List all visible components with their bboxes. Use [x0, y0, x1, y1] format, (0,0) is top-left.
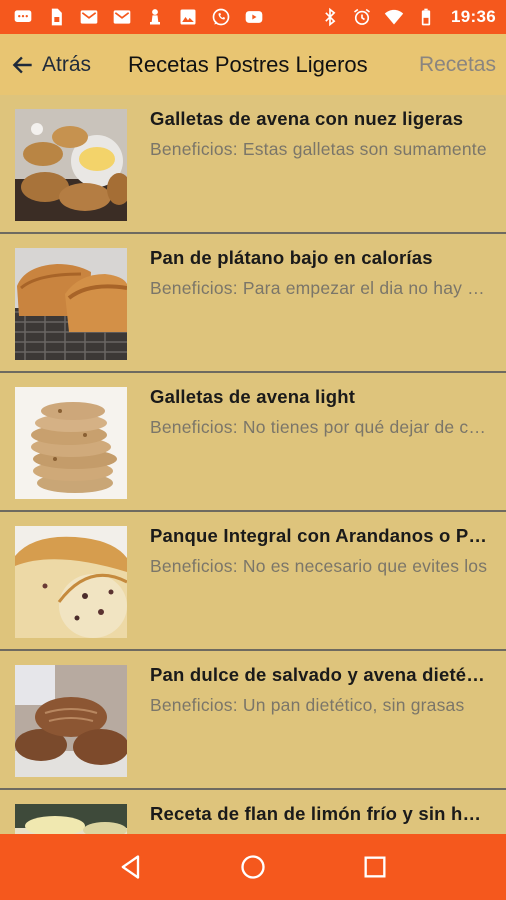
recetas-button[interactable]: Recetas — [419, 34, 496, 95]
nav-recents-button[interactable] — [351, 843, 399, 891]
bluetooth-icon — [319, 6, 341, 28]
app-bar: Atrás Recetas Postres Ligeros Recetas — [0, 34, 506, 95]
system-icons: 19:36 — [319, 6, 496, 28]
whatsapp-icon — [210, 6, 232, 28]
gmail-icon — [111, 6, 133, 28]
alarm-icon — [351, 6, 373, 28]
youtube-icon — [243, 6, 265, 28]
home-circle-icon — [241, 855, 265, 879]
recipe-list: Galletas de avena con nuez ligeras Benef… — [0, 95, 506, 834]
nav-back-button[interactable] — [107, 843, 155, 891]
recipe-thumbnail — [15, 804, 127, 834]
recipe-description: Beneficios: No es necesario que evites l… — [150, 556, 488, 576]
list-item[interactable]: Pan dulce de salvado y avena dietético B… — [0, 651, 506, 790]
sim-icon — [45, 6, 67, 28]
chess-pawn-icon — [144, 6, 166, 28]
list-item[interactable]: Receta de flan de limón frío y sin horno — [0, 790, 506, 834]
back-button[interactable]: Atrás — [0, 34, 91, 95]
recipe-description: Beneficios: No tienes por qué dejar de c… — [150, 417, 490, 437]
list-item[interactable]: Galletas de avena light Beneficios: No t… — [0, 373, 506, 512]
recipe-thumbnail — [15, 248, 127, 360]
status-bar: 19:36 — [0, 0, 506, 34]
recipe-title: Receta de flan de limón frío y sin horno — [150, 803, 490, 824]
recipe-title: Pan dulce de salvado y avena dietético — [150, 664, 490, 685]
list-item[interactable]: Galletas de avena con nuez ligeras Benef… — [0, 95, 506, 234]
recipe-thumbnail — [15, 109, 127, 221]
recipe-description: Beneficios: Estas galletas son sumamente — [150, 139, 487, 159]
back-triangle-icon — [121, 855, 140, 879]
recipe-title: Panque Integral con Arandanos o Pasas — [150, 525, 490, 546]
recipe-thumbnail — [15, 526, 127, 638]
recipe-thumbnail — [15, 387, 127, 499]
notification-icons — [12, 6, 319, 28]
back-label: Atrás — [42, 52, 92, 76]
page-title: Recetas Postres Ligeros — [128, 52, 368, 77]
wifi-icon — [383, 6, 405, 28]
chat-icon — [12, 6, 34, 28]
list-item[interactable]: Panque Integral con Arandanos o Pasas Be… — [0, 512, 506, 651]
gmail-icon — [78, 6, 100, 28]
recipe-thumbnail — [15, 665, 127, 777]
recents-square-icon — [364, 856, 386, 878]
list-item[interactable]: Pan de plátano bajo en calorías Benefici… — [0, 234, 506, 373]
recipe-title: Galletas de avena light — [150, 386, 356, 407]
recipe-title: Galletas de avena con nuez ligeras — [150, 108, 464, 129]
recipe-description: Beneficios: Para empezar el dia no hay n… — [150, 278, 490, 298]
navigation-bar — [0, 834, 506, 900]
nav-home-button[interactable] — [229, 843, 277, 891]
arrow-left-icon — [12, 56, 32, 73]
battery-icon — [415, 6, 437, 28]
recipe-title: Pan de plátano bajo en calorías — [150, 247, 433, 268]
image-icon — [177, 6, 199, 28]
recipe-description: Beneficios: Un pan dietético, sin grasas — [150, 695, 465, 715]
clock: 19:36 — [451, 7, 496, 26]
